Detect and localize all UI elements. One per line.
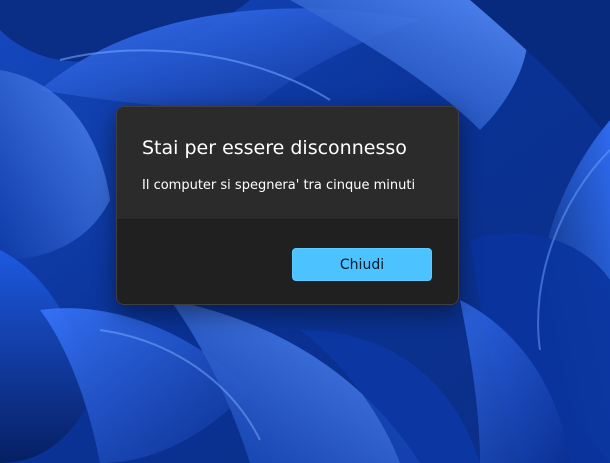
desktop: Stai per essere disconnesso Il computer … bbox=[0, 0, 610, 463]
shutdown-dialog: Stai per essere disconnesso Il computer … bbox=[116, 106, 459, 305]
close-button[interactable]: Chiudi bbox=[292, 248, 432, 281]
dialog-footer: Chiudi bbox=[117, 219, 458, 304]
dialog-title: Stai per essere disconnesso bbox=[142, 137, 407, 159]
dialog-body: Stai per essere disconnesso Il computer … bbox=[117, 107, 458, 219]
dialog-message: Il computer si spegnera' tra cinque minu… bbox=[142, 178, 416, 193]
